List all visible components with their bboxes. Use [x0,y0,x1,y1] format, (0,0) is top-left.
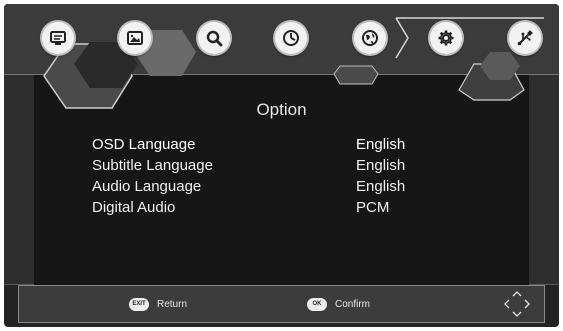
globe-icon[interactable] [354,22,386,54]
confirm-label: Confirm [335,298,371,310]
return-label: Return [157,298,188,310]
option-list: OSD Language English Subtitle Language E… [92,134,512,218]
option-value: English [356,178,406,195]
confirm-hint[interactable]: OK Confirm [307,286,370,322]
option-value: English [356,157,406,174]
navigation-arrows-icon [504,291,530,317]
tv-icon[interactable] [42,22,74,54]
ok-key-icon: OK [307,297,327,311]
option-label: Subtitle Language [92,157,213,174]
option-row-osd-language[interactable]: OSD Language English [92,134,512,155]
footer-bar: EXIT Return OK Confirm [18,285,545,323]
usb-icon[interactable] [509,22,541,54]
search-icon[interactable] [198,22,230,54]
option-label: Audio Language [92,178,202,195]
clock-icon[interactable] [275,22,307,54]
option-value: PCM [356,199,390,216]
exit-key-icon: EXIT [129,297,149,311]
gear-icon[interactable] [430,22,462,54]
page-title: Option [256,100,307,119]
osd-screen: Option OSD Language English Subtitle Lan… [4,4,559,327]
option-label: Digital Audio [92,199,176,216]
option-row-audio-language[interactable]: Audio Language English [92,176,512,197]
option-label: OSD Language [92,136,196,153]
option-row-digital-audio[interactable]: Digital Audio PCM [92,197,512,218]
option-value: English [356,136,406,153]
return-hint[interactable]: EXIT Return [129,286,187,322]
option-row-subtitle-language[interactable]: Subtitle Language English [92,155,512,176]
picture-icon[interactable] [119,22,151,54]
